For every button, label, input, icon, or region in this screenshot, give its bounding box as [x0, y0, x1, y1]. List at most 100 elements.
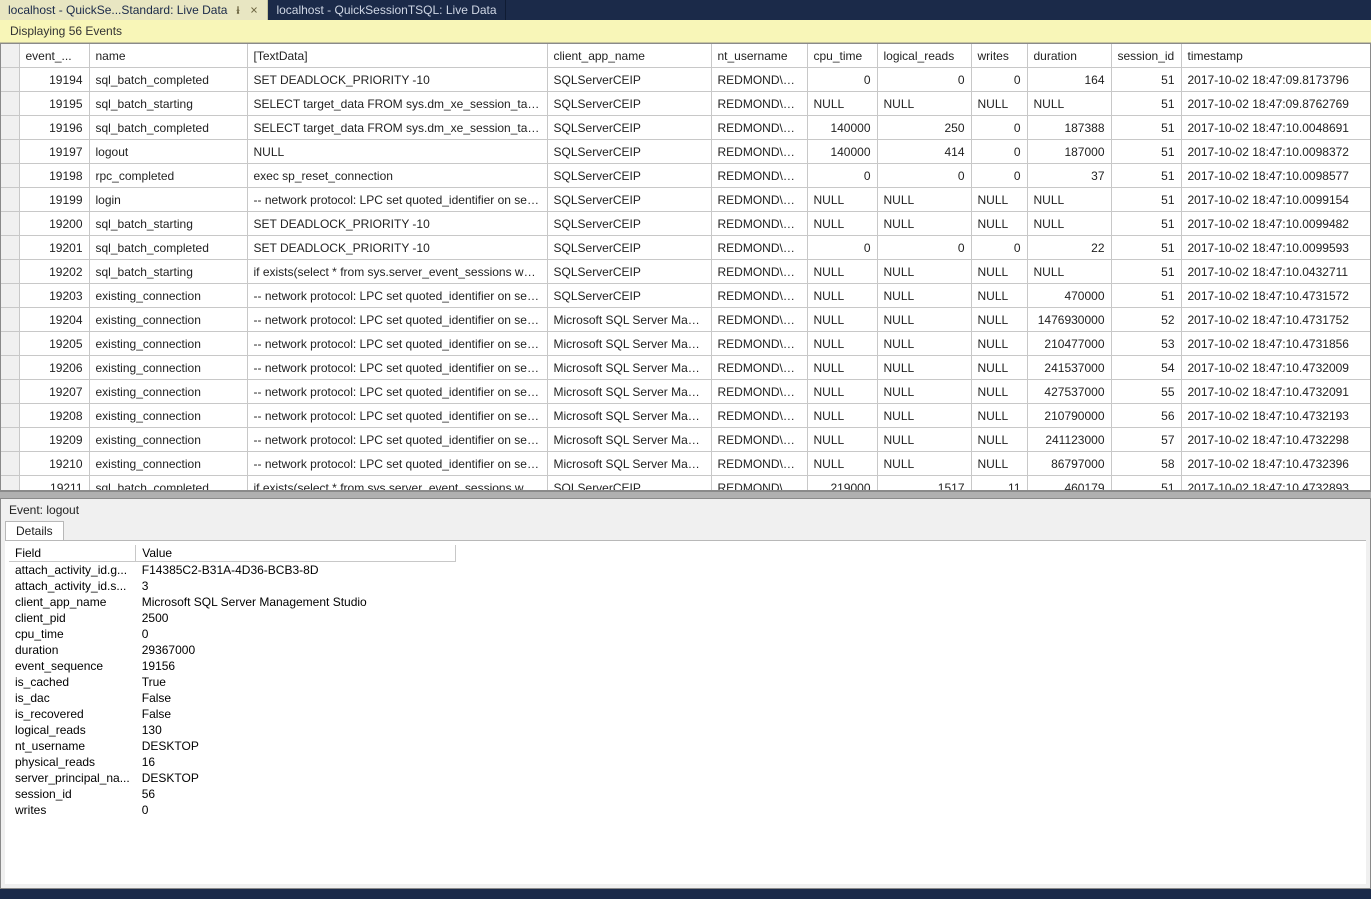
cell-cpu[interactable]: NULL — [807, 188, 877, 212]
details-row[interactable]: event_sequence19156 — [9, 658, 456, 674]
cell-sid[interactable]: 51 — [1111, 284, 1181, 308]
cell-app[interactable]: SQLServerCEIP — [547, 92, 711, 116]
details-row[interactable]: server_principal_na...DESKTOP — [9, 770, 456, 786]
cell-dur[interactable]: NULL — [1027, 260, 1111, 284]
cell-ts[interactable]: 2017-10-02 18:47:10.0098577 — [1181, 164, 1371, 188]
cell-sid[interactable]: 58 — [1111, 452, 1181, 476]
cell-seq[interactable]: 19210 — [19, 452, 89, 476]
details-row[interactable]: nt_usernameDESKTOP — [9, 738, 456, 754]
detail-field[interactable]: client_app_name — [9, 594, 136, 610]
pin-icon[interactable] — [233, 5, 243, 15]
table-row[interactable]: 19199login-- network protocol: LPC set q… — [1, 188, 1371, 212]
detail-field[interactable]: event_sequence — [9, 658, 136, 674]
row-header[interactable] — [1, 404, 19, 428]
detail-field[interactable]: writes — [9, 802, 136, 818]
cell-name[interactable]: existing_connection — [89, 332, 247, 356]
cell-user[interactable]: REDMOND\DES... — [711, 92, 807, 116]
cell-seq[interactable]: 19197 — [19, 140, 89, 164]
cell-dur[interactable]: NULL — [1027, 92, 1111, 116]
cell-cpu[interactable]: NULL — [807, 452, 877, 476]
cell-reads[interactable]: NULL — [877, 260, 971, 284]
cell-text[interactable]: SELECT target_data FROM sys.dm_xe_sessio… — [247, 92, 547, 116]
cell-cpu[interactable]: NULL — [807, 380, 877, 404]
cell-cpu[interactable]: 219000 — [807, 476, 877, 492]
detail-value[interactable]: False — [136, 690, 456, 706]
cell-ts[interactable]: 2017-10-02 18:47:10.4732893 — [1181, 476, 1371, 492]
detail-field[interactable]: is_recovered — [9, 706, 136, 722]
table-row[interactable]: 19203existing_connection-- network proto… — [1, 284, 1371, 308]
details-row[interactable]: writes0 — [9, 802, 456, 818]
cell-name[interactable]: sql_batch_starting — [89, 212, 247, 236]
col-duration[interactable]: duration — [1027, 44, 1111, 68]
cell-app[interactable]: SQLServerCEIP — [547, 188, 711, 212]
cell-app[interactable]: SQLServerCEIP — [547, 212, 711, 236]
cell-sid[interactable]: 51 — [1111, 212, 1181, 236]
cell-name[interactable]: sql_batch_completed — [89, 476, 247, 492]
col-session-id[interactable]: session_id — [1111, 44, 1181, 68]
cell-writes[interactable]: NULL — [971, 308, 1027, 332]
details-row[interactable]: session_id56 — [9, 786, 456, 802]
cell-app[interactable]: SQLServerCEIP — [547, 236, 711, 260]
cell-reads[interactable]: 0 — [877, 164, 971, 188]
cell-text[interactable]: -- network protocol: LPC set quoted_iden… — [247, 284, 547, 308]
cell-seq[interactable]: 19209 — [19, 428, 89, 452]
cell-cpu[interactable]: NULL — [807, 260, 877, 284]
col-logical-reads[interactable]: logical_reads — [877, 44, 971, 68]
row-header[interactable] — [1, 284, 19, 308]
detail-value[interactable]: 56 — [136, 786, 456, 802]
cell-sid[interactable]: 51 — [1111, 476, 1181, 492]
cell-ts[interactable]: 2017-10-02 18:47:10.4732396 — [1181, 452, 1371, 476]
cell-reads[interactable]: NULL — [877, 308, 971, 332]
cell-dur[interactable]: 470000 — [1027, 284, 1111, 308]
cell-cpu[interactable]: NULL — [807, 92, 877, 116]
cell-seq[interactable]: 19201 — [19, 236, 89, 260]
cell-seq[interactable]: 19207 — [19, 380, 89, 404]
cell-text[interactable]: -- network protocol: LPC set quoted_iden… — [247, 332, 547, 356]
cell-name[interactable]: logout — [89, 140, 247, 164]
cell-text[interactable]: SET DEADLOCK_PRIORITY -10 — [247, 212, 547, 236]
table-row[interactable]: 19198rpc_completedexec sp_reset_connecti… — [1, 164, 1371, 188]
cell-sid[interactable]: 54 — [1111, 356, 1181, 380]
detail-value[interactable]: 3 — [136, 578, 456, 594]
cell-app[interactable]: SQLServerCEIP — [547, 284, 711, 308]
cell-user[interactable]: REDMOND\DES... — [711, 164, 807, 188]
cell-writes[interactable]: NULL — [971, 380, 1027, 404]
cell-app[interactable]: Microsoft SQL Server Manage... — [547, 404, 711, 428]
cell-cpu[interactable]: NULL — [807, 332, 877, 356]
table-row[interactable]: 19208existing_connection-- network proto… — [1, 404, 1371, 428]
row-header[interactable] — [1, 308, 19, 332]
cell-sid[interactable]: 55 — [1111, 380, 1181, 404]
cell-dur[interactable]: 1476930000 — [1027, 308, 1111, 332]
cell-seq[interactable]: 19211 — [19, 476, 89, 492]
cell-dur[interactable]: NULL — [1027, 188, 1111, 212]
row-header[interactable] — [1, 260, 19, 284]
cell-name[interactable]: existing_connection — [89, 380, 247, 404]
col-event-sequence[interactable]: event_... — [19, 44, 89, 68]
cell-text[interactable]: -- network protocol: LPC set quoted_iden… — [247, 308, 547, 332]
cell-cpu[interactable]: NULL — [807, 212, 877, 236]
tab-quicksession-standard[interactable]: localhost - QuickSe...Standard: Live Dat… — [0, 0, 268, 20]
cell-ts[interactable]: 2017-10-02 18:47:09.8762769 — [1181, 92, 1371, 116]
col-client-app[interactable]: client_app_name — [547, 44, 711, 68]
cell-writes[interactable]: 0 — [971, 116, 1027, 140]
cell-user[interactable]: REDMOND\DES... — [711, 284, 807, 308]
cell-dur[interactable]: 241123000 — [1027, 428, 1111, 452]
cell-name[interactable]: rpc_completed — [89, 164, 247, 188]
cell-name[interactable]: login — [89, 188, 247, 212]
details-row[interactable]: physical_reads16 — [9, 754, 456, 770]
table-row[interactable]: 19196sql_batch_completedSELECT target_da… — [1, 116, 1371, 140]
cell-app[interactable]: SQLServerCEIP — [547, 476, 711, 492]
detail-field[interactable]: attach_activity_id.s... — [9, 578, 136, 594]
cell-reads[interactable]: 0 — [877, 236, 971, 260]
detail-field[interactable]: is_dac — [9, 690, 136, 706]
horizontal-splitter[interactable] — [0, 491, 1371, 499]
cell-ts[interactable]: 2017-10-02 18:47:10.4732091 — [1181, 380, 1371, 404]
detail-field[interactable]: is_cached — [9, 674, 136, 690]
cell-seq[interactable]: 19203 — [19, 284, 89, 308]
detail-value[interactable]: 2500 — [136, 610, 456, 626]
cell-app[interactable]: SQLServerCEIP — [547, 116, 711, 140]
cell-writes[interactable]: 0 — [971, 236, 1027, 260]
cell-app[interactable]: SQLServerCEIP — [547, 140, 711, 164]
detail-field[interactable]: session_id — [9, 786, 136, 802]
table-row[interactable]: 19202sql_batch_startingif exists(select … — [1, 260, 1371, 284]
